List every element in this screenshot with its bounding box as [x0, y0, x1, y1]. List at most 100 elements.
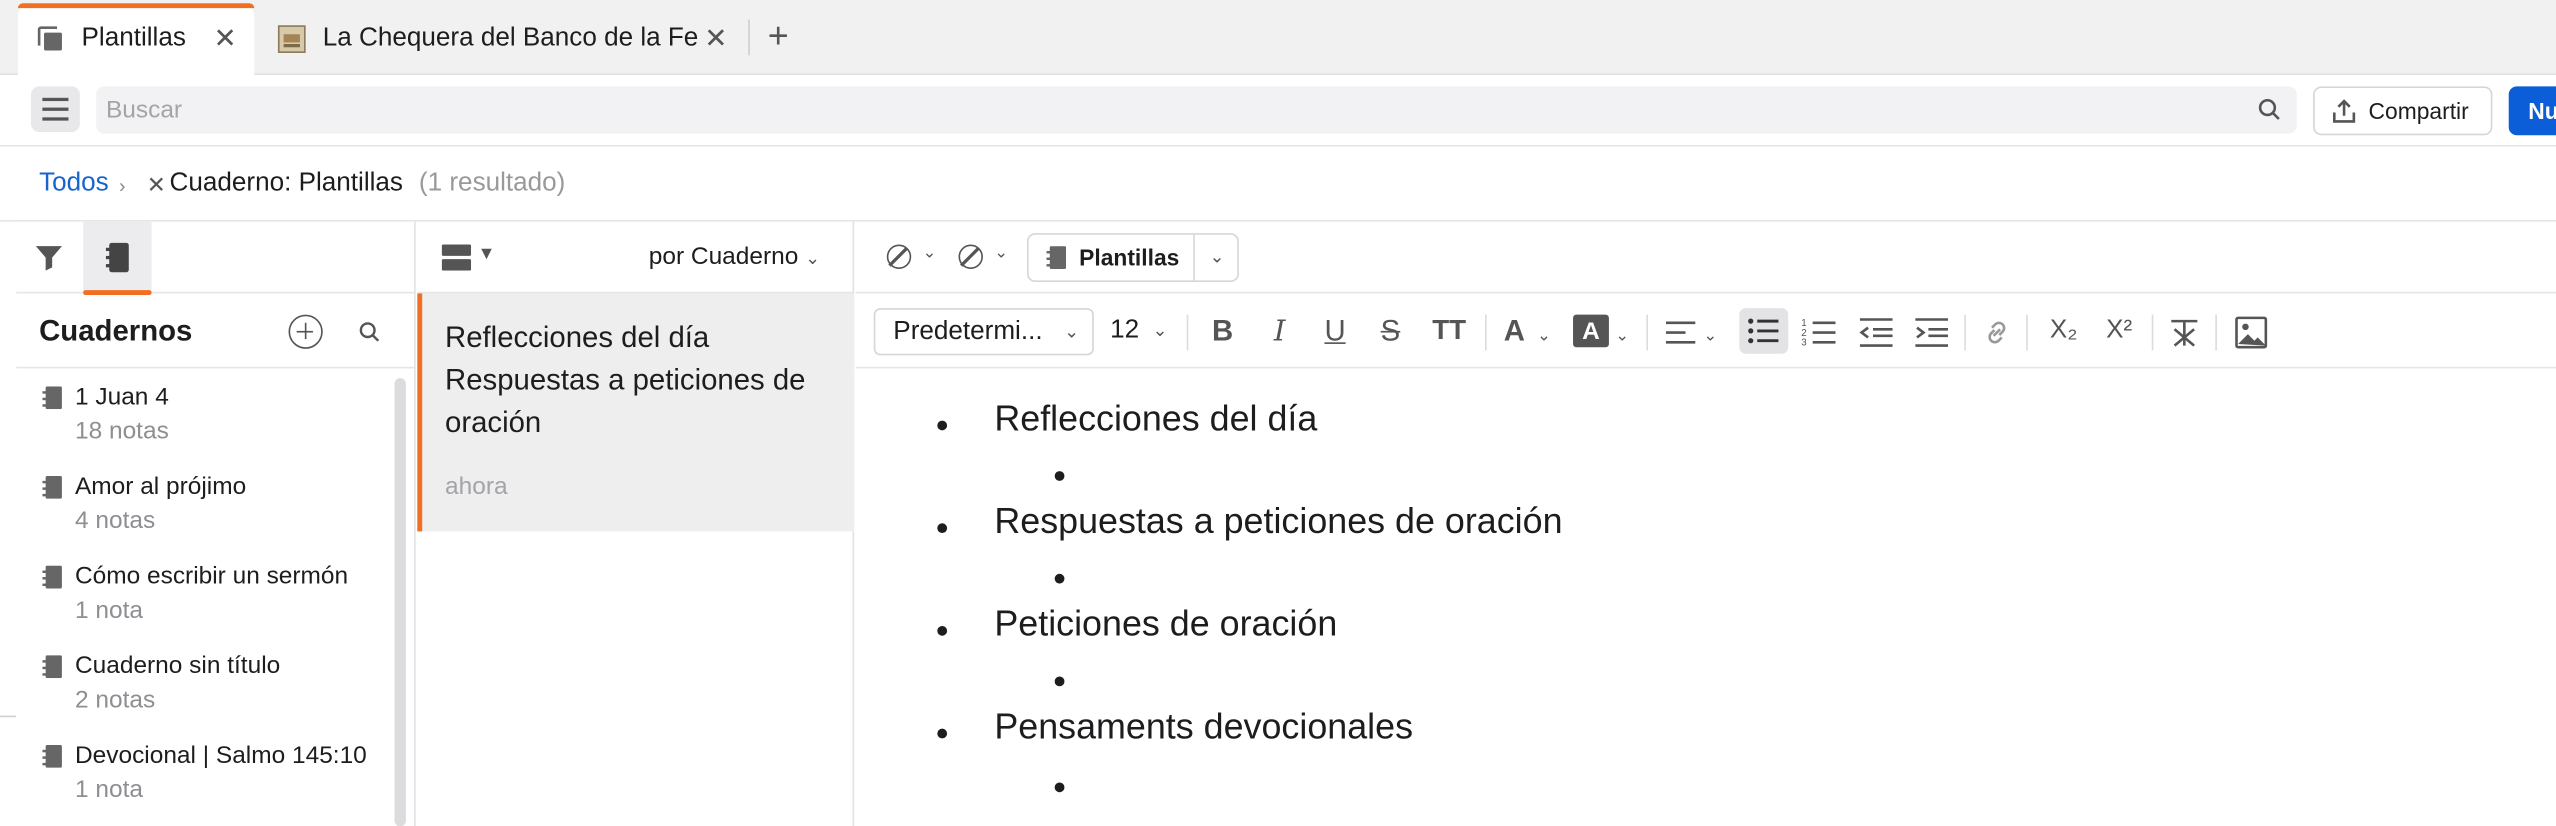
svg-text:3: 3	[1801, 338, 1806, 349]
italic-icon[interactable]: I	[1260, 308, 1299, 354]
view-layout-icon[interactable]	[441, 244, 472, 271]
text-case-icon[interactable]: TT	[1426, 308, 1472, 354]
tab-la-chequera[interactable]: La Chequera del Banco de la Fe ✕	[261, 3, 750, 75]
sort-dropdown[interactable]: por Cuaderno ⌄	[649, 243, 820, 271]
chevron-down-icon[interactable]: ⌄	[1537, 328, 1551, 346]
divider	[1646, 314, 1649, 351]
indent-icon[interactable]	[1914, 318, 1950, 347]
divider	[2026, 314, 2028, 351]
book-cover-icon	[277, 24, 306, 53]
left-edge-divider	[0, 715, 17, 718]
breadcrumb-all-link[interactable]: Todos	[39, 170, 109, 199]
outdent-icon[interactable]	[1858, 318, 1894, 347]
bullet	[937, 420, 948, 431]
share-button[interactable]: Compartir	[2313, 86, 2493, 136]
chevron-down-icon[interactable]: ⌄	[1703, 328, 1717, 346]
divider	[2215, 314, 2217, 351]
subscript-icon[interactable]: X₂	[2043, 308, 2085, 354]
tab-bar: Plantillas ✕ La Chequera del Banco de la…	[0, 0, 2556, 75]
hamburger-menu-button[interactable]	[30, 86, 80, 133]
notebook-name: Cómo escribir un sermón	[74, 562, 349, 591]
notebook-icon	[42, 744, 62, 768]
notebook-icon	[105, 242, 129, 273]
heading: Pensaments devocionales	[994, 705, 1414, 747]
sidebar-title: Cuadernos	[39, 314, 193, 348]
chevron-right-icon: ›	[118, 174, 126, 198]
notebook-item[interactable]: Cuaderno sin título 2 notas	[16, 650, 394, 740]
reminder-off-icon[interactable]	[886, 244, 912, 269]
notes-list: ▼ por Cuaderno ⌄ Reflecciones del día Re…	[417, 221, 855, 826]
strikethrough-icon[interactable]: S	[1371, 308, 1410, 354]
chevron-down-icon[interactable]: ⌄	[1210, 246, 1225, 268]
sidebar-scrollbar[interactable]	[394, 378, 406, 826]
new-tab-plus-icon[interactable]: +	[768, 15, 789, 55]
align-left-icon[interactable]	[1664, 321, 1697, 344]
notebook-icon	[1046, 246, 1067, 269]
chevron-down-icon[interactable]: ⌄	[923, 245, 937, 263]
sidebar-tabs	[16, 221, 416, 296]
chevron-down-icon[interactable]: ⌄	[994, 245, 1008, 263]
notebook-icon	[42, 475, 62, 499]
notebook-count: 2 notas	[74, 686, 156, 714]
chevron-down-icon[interactable]: ⌄	[1615, 328, 1629, 346]
font-size-select[interactable]: 12 ⌄	[1110, 316, 1167, 345]
notebook-count: 1 nota	[74, 775, 143, 804]
notebook-item[interactable]: 1 Juan 4 18 notas	[16, 381, 394, 471]
divider	[1964, 314, 1966, 351]
highlight-color-icon[interactable]: A	[1573, 314, 1609, 348]
bullet	[937, 523, 948, 534]
divider	[16, 366, 416, 369]
breadcrumb: Todos › ✕ Cuaderno: Plantillas (1 result…	[0, 146, 2556, 222]
chevron-down-icon: ⌄	[1064, 322, 1080, 343]
close-icon[interactable]: ✕	[214, 23, 237, 56]
bold-icon[interactable]: B	[1203, 308, 1242, 354]
chevron-down-icon[interactable]: ▼	[478, 245, 496, 265]
bullet-list-icon[interactable]	[1739, 308, 1789, 354]
notes-stack-icon	[36, 24, 65, 53]
clear-formatting-icon[interactable]	[2168, 319, 2201, 347]
tab-plantillas[interactable]: Plantillas ✕	[17, 3, 255, 75]
bullet	[1054, 573, 1065, 584]
font-family-select[interactable]: Predetermi... ⌄	[873, 308, 1094, 356]
filter-icon[interactable]	[34, 243, 63, 272]
superscript-icon[interactable]: X²	[2098, 308, 2140, 354]
search-icon[interactable]	[359, 321, 380, 342]
notebook-name: 1 Juan 4	[74, 383, 169, 411]
divider	[2151, 314, 2154, 351]
bullet	[937, 728, 948, 739]
notebook-list: 1 Juan 4 18 notas Amor al prójimo 4 nota…	[16, 381, 394, 826]
share-off-icon[interactable]	[958, 244, 983, 269]
notebook-item[interactable]: Devocional | Salmo 145:10 1 nota	[16, 740, 394, 826]
result-count: (1 resultado)	[418, 169, 566, 198]
notebook-item[interactable]: Cómo escribir un sermón 1 nota	[16, 561, 394, 651]
remove-filter-icon[interactable]: ✕	[147, 171, 166, 199]
insert-image-icon[interactable]	[2235, 316, 2268, 349]
tab-label: Plantillas	[81, 24, 186, 53]
notebook-item[interactable]: Amor al prójimo 4 notas	[16, 471, 394, 561]
tab-notebooks[interactable]	[83, 221, 152, 296]
notes-list-header: ▼ por Cuaderno ⌄	[417, 222, 855, 294]
font-color-icon[interactable]: A	[1498, 308, 1531, 354]
notebook-name: Devocional | Salmo 145:10	[74, 741, 367, 770]
search-input[interactable]: Buscar	[96, 86, 2297, 134]
main-toolbar: Buscar Compartir Nu	[0, 74, 2556, 147]
underline-icon[interactable]: U	[1315, 308, 1354, 354]
tab-label: La Chequera del Banco de la Fe	[322, 24, 699, 53]
divider	[1193, 234, 1195, 281]
chevron-down-icon: ⌄	[1152, 321, 1168, 341]
link-icon[interactable]	[1981, 318, 2014, 347]
notebook-selector-label: Plantillas	[1079, 244, 1180, 271]
note-title: Reflecciones del día Respuestas a petici…	[445, 321, 806, 439]
bullet	[1054, 676, 1065, 687]
new-note-button[interactable]: Nu	[2508, 86, 2556, 136]
chevron-down-icon: ⌄	[805, 249, 821, 269]
notebook-count: 4 notas	[74, 506, 156, 535]
note-card[interactable]: Reflecciones del día Respuestas a petici…	[417, 293, 855, 532]
heading: Reflecciones del día	[994, 397, 1318, 439]
heading: Peticiones de oración	[994, 603, 1338, 644]
add-notebook-icon[interactable]	[288, 314, 323, 349]
notebook-selector[interactable]: Plantillas ⌄	[1026, 233, 1239, 283]
close-icon[interactable]: ✕	[704, 23, 727, 56]
notebook-icon	[42, 655, 62, 679]
numbered-list-icon[interactable]: 123	[1801, 316, 1837, 349]
